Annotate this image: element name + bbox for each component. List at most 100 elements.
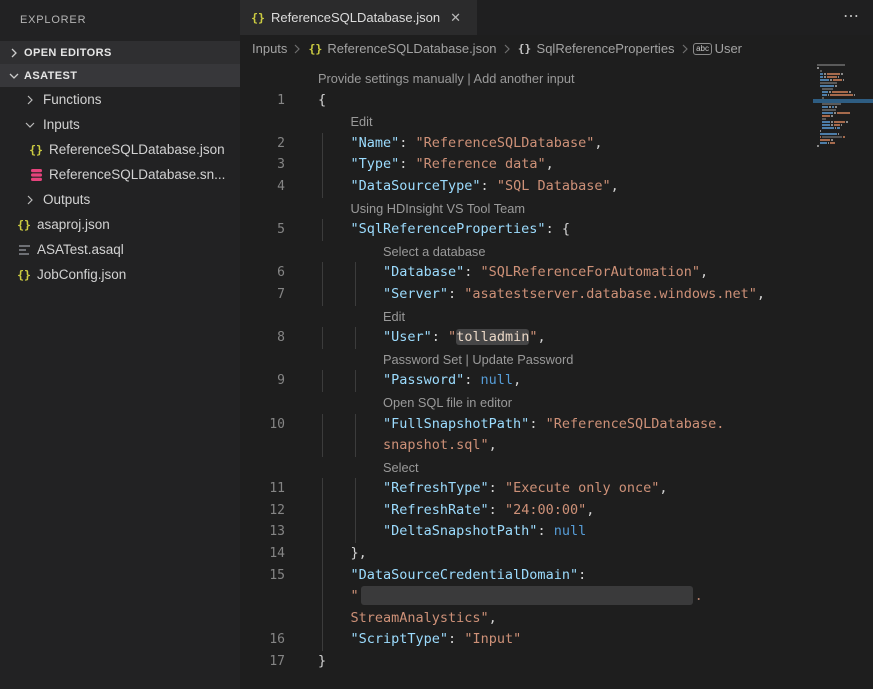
tree-item-asaproj-json[interactable]: {}asaproj.json: [0, 212, 240, 237]
code-line[interactable]: snapshot.sql",: [240, 435, 873, 457]
codelens-link[interactable]: Password Set | Update Password: [240, 349, 873, 371]
json-icon: {}: [16, 217, 32, 233]
code-line[interactable]: 14},: [240, 543, 873, 565]
code-line[interactable]: 16"ScriptType": "Input": [240, 629, 873, 651]
line-number: 4: [240, 176, 285, 198]
minimap[interactable]: [817, 64, 871, 148]
breadcrumb-label: Inputs: [252, 41, 287, 56]
codelens-link[interactable]: Open SQL file in editor: [240, 392, 873, 414]
code-line[interactable]: 11"RefreshType": "Execute only once",: [240, 478, 873, 500]
code-line[interactable]: ".: [240, 586, 873, 608]
minimap-line: [817, 106, 871, 108]
breadcrumb-item-inputs[interactable]: Inputs: [252, 41, 287, 56]
indent-guide: [355, 284, 356, 306]
breadcrumb-item-sqlreferenceproperties[interactable]: {}SqlReferenceProperties: [517, 41, 675, 57]
section-asatest[interactable]: ASATEST: [0, 64, 240, 87]
indent-guide: [322, 543, 323, 565]
close-icon[interactable]: ✕: [450, 10, 461, 26]
tab-referencesqldatabase-json[interactable]: {} ReferenceSQLDatabase.json ✕: [240, 0, 477, 35]
code-line[interactable]: 3"Type": "Reference data",: [240, 154, 873, 176]
line-number: 16: [240, 629, 285, 651]
code-line[interactable]: 2"Name": "ReferenceSQLDatabase",: [240, 133, 873, 155]
line-number: 1: [240, 90, 285, 112]
line-number: 5: [240, 219, 285, 241]
code-line[interactable]: 12"RefreshRate": "24:00:00",: [240, 500, 873, 522]
tree-item-jobconfig-json[interactable]: {}JobConfig.json: [0, 262, 240, 287]
tree-item-functions[interactable]: Functions: [0, 87, 240, 112]
minimap-line: [817, 115, 871, 117]
chevron-right-icon: [6, 45, 22, 61]
minimap-line: [817, 124, 871, 126]
tree-item-outputs[interactable]: Outputs: [0, 187, 240, 212]
chevron-right-icon: [22, 92, 38, 108]
indent-guide: [322, 154, 323, 176]
code-line[interactable]: 1{: [240, 90, 873, 112]
minimap-line: [817, 76, 871, 78]
chevron-down-icon: [22, 117, 38, 133]
json-icon: {}: [28, 142, 44, 158]
line-number: 2: [240, 133, 285, 155]
codelens-link[interactable]: Provide settings manually | Add another …: [240, 68, 873, 90]
indent-guide: [322, 219, 323, 241]
code-line[interactable]: 5"SqlReferenceProperties": {: [240, 219, 873, 241]
minimap-line: [817, 142, 871, 144]
code-line[interactable]: 6"Database": "SQLReferenceForAutomation"…: [240, 262, 873, 284]
indent-guide: [322, 370, 323, 392]
breadcrumb-item-user[interactable]: abcUser: [695, 41, 742, 57]
line-number: 17: [240, 651, 285, 673]
breadcrumb-separator-icon: [680, 42, 690, 56]
section-open-editors[interactable]: OPEN EDITORS: [0, 41, 240, 64]
code-line[interactable]: 15"DataSourceCredentialDomain":: [240, 565, 873, 587]
codelens-link[interactable]: Select a database: [240, 241, 873, 263]
more-actions-icon[interactable]: ⋯: [843, 6, 861, 26]
indent-guide: [322, 608, 323, 630]
highlighted-word: tolladmin: [456, 329, 529, 345]
minimap-line: [817, 118, 871, 120]
code-line[interactable]: 10"FullSnapshotPath": "ReferenceSQLDatab…: [240, 414, 873, 436]
breadcrumb-item-referencesqldatabase-json[interactable]: {} ReferenceSQLDatabase.json: [307, 41, 496, 57]
breadcrumb-label: SqlReferenceProperties: [537, 41, 675, 56]
code-line[interactable]: 9"Password": null,: [240, 370, 873, 392]
code-editor[interactable]: Provide settings manually | Add another …: [240, 62, 873, 689]
line-number: 3: [240, 154, 285, 176]
indent-guide: [322, 133, 323, 155]
code-line[interactable]: StreamAnalystics",: [240, 608, 873, 630]
codelens-link[interactable]: Edit: [240, 306, 873, 328]
line-number: 11: [240, 478, 285, 500]
minimap-line: [817, 103, 871, 105]
line-number: 7: [240, 284, 285, 306]
tree-item-asatest-asaql[interactable]: ASATest.asaql: [0, 237, 240, 262]
redacted-value: [361, 586, 693, 605]
section-label: OPEN EDITORS: [24, 47, 112, 59]
json-icon: {}: [307, 41, 323, 57]
indent-guide: [355, 500, 356, 522]
code-line[interactable]: 4"DataSourceType": "SQL Database",: [240, 176, 873, 198]
code-line[interactable]: 8"User": "tolladmin",: [240, 327, 873, 349]
indent-guide: [355, 435, 356, 457]
line-number: 12: [240, 500, 285, 522]
line-number: 13: [240, 521, 285, 543]
file-tree: FunctionsInputs{}ReferenceSQLDatabase.js…: [0, 87, 240, 287]
line-number: 10: [240, 414, 285, 436]
code-line[interactable]: 17}: [240, 651, 873, 673]
tree-item-referencesqldatabase-json[interactable]: {}ReferenceSQLDatabase.json: [0, 137, 240, 162]
code-line[interactable]: 7"Server": "asatestserver.database.windo…: [240, 284, 873, 306]
code-line[interactable]: 13"DeltaSnapshotPath": null: [240, 521, 873, 543]
code-area: Provide settings manually | Add another …: [240, 68, 873, 673]
codelens-link[interactable]: Select: [240, 457, 873, 479]
minimap-line: [817, 127, 871, 129]
tab-bar: {} ReferenceSQLDatabase.json ✕ ⋯: [240, 0, 873, 35]
tree-item-label: ReferenceSQLDatabase.sn...: [49, 167, 225, 182]
codelens-link[interactable]: Using HDInsight VS Tool Team: [240, 198, 873, 220]
indent-guide: [322, 284, 323, 306]
indent-guide: [322, 565, 323, 587]
tree-item-referencesqldatabase-sn-[interactable]: ReferenceSQLDatabase.sn...: [0, 162, 240, 187]
explorer-title: EXPLORER: [0, 0, 240, 41]
indent-guide: [355, 327, 356, 349]
minimap-line: [817, 85, 871, 87]
codelens-link[interactable]: Edit: [240, 111, 873, 133]
tab-label: ReferenceSQLDatabase.json: [271, 10, 440, 25]
minimap-line: [817, 73, 871, 75]
breadcrumb-label: ReferenceSQLDatabase.json: [327, 41, 496, 56]
tree-item-inputs[interactable]: Inputs: [0, 112, 240, 137]
